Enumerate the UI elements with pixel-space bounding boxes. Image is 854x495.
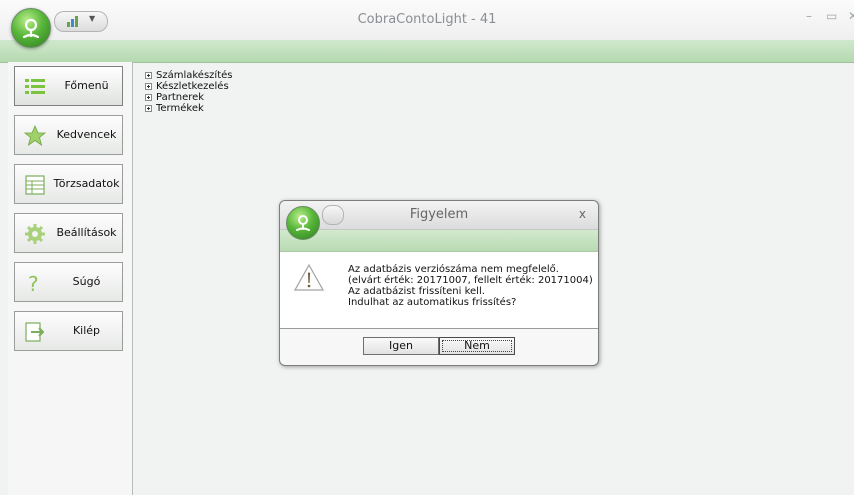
divider [280,328,598,329]
message-line: Az adatbázist frissíteni kell. [348,286,485,297]
sidebar-item-label: Súgó [72,275,101,288]
dialog-title: Figyelem [409,207,469,222]
dialog-title-bar: Figyelem x [280,201,598,230]
minimize-button[interactable]: – [806,9,812,23]
no-button[interactable]: Nem [439,337,515,355]
table-icon [25,175,45,195]
dialog-orb-icon[interactable] [286,206,320,240]
sidebar-item-kilep[interactable]: Kilép [14,311,123,351]
tree-item[interactable]: Partnerek [142,92,232,103]
dialog-message: Az adatbázis verziószáma nem megfelelő. … [348,264,593,308]
sidebar-item-label: Főmenü [64,79,109,92]
yes-button[interactable]: Igen [363,337,439,355]
sidebar-item-beallitasok[interactable]: Beállítások [14,213,123,253]
dialog-ribbon-strip [280,230,598,252]
warning-dialog: Figyelem x Az adatbázis verziószáma nem … [279,200,599,366]
expand-icon[interactable] [145,105,152,112]
expand-icon[interactable] [145,83,152,90]
warning-icon [294,264,324,291]
menu-tree: Számlakészítés Készletkezelés Partnerek … [142,70,232,114]
sidebar-item-fomenu[interactable]: Főmenü [14,66,123,106]
ribbon-strip [0,40,854,63]
sidebar-item-label: Kilép [72,324,101,337]
tree-item[interactable]: Számlakészítés [142,70,232,81]
sidebar-item-label: Törzsadatok [53,177,120,190]
sidebar: Főmenü Kedvencek Törzsadatok Beállítások… [8,62,133,495]
message-line: (elvárt érték: 20171007, fellelt érték: … [348,275,593,286]
sidebar-item-torzsadatok[interactable]: Törzsadatok [14,164,123,204]
dialog-body: Az adatbázis verziószáma nem megfelelő. … [280,252,598,328]
expand-icon[interactable] [145,94,152,101]
window-title: CobraContoLight - 41 [357,12,497,27]
message-line: Az adatbázis verziószáma nem megfelelő. [348,264,559,275]
maximize-button[interactable]: ▭ [826,9,837,23]
star-icon [24,125,46,146]
title-bar: ▼ CobraContoLight - 41 – ▭ ✕ [0,0,854,48]
list-icon [25,79,45,94]
tree-item[interactable]: Készletkezelés [142,81,232,92]
question-icon: ? [28,272,39,294]
close-button[interactable]: ✕ [848,9,854,23]
message-line: Indulhat az automatikus frissítés? [348,297,517,308]
app-menu-orb-icon[interactable] [11,8,51,48]
sidebar-item-sugo[interactable]: ? Súgó [14,262,123,302]
sidebar-item-label: Beállítások [56,226,117,239]
sidebar-item-kedvencek[interactable]: Kedvencek [14,115,123,155]
expand-icon[interactable] [145,72,152,79]
close-icon[interactable]: x [579,207,586,221]
sidebar-item-label: Kedvencek [56,128,117,141]
gear-icon [25,224,45,244]
exit-icon [25,322,45,342]
tree-item[interactable]: Termékek [142,103,232,114]
svg-text:?: ? [28,272,39,294]
